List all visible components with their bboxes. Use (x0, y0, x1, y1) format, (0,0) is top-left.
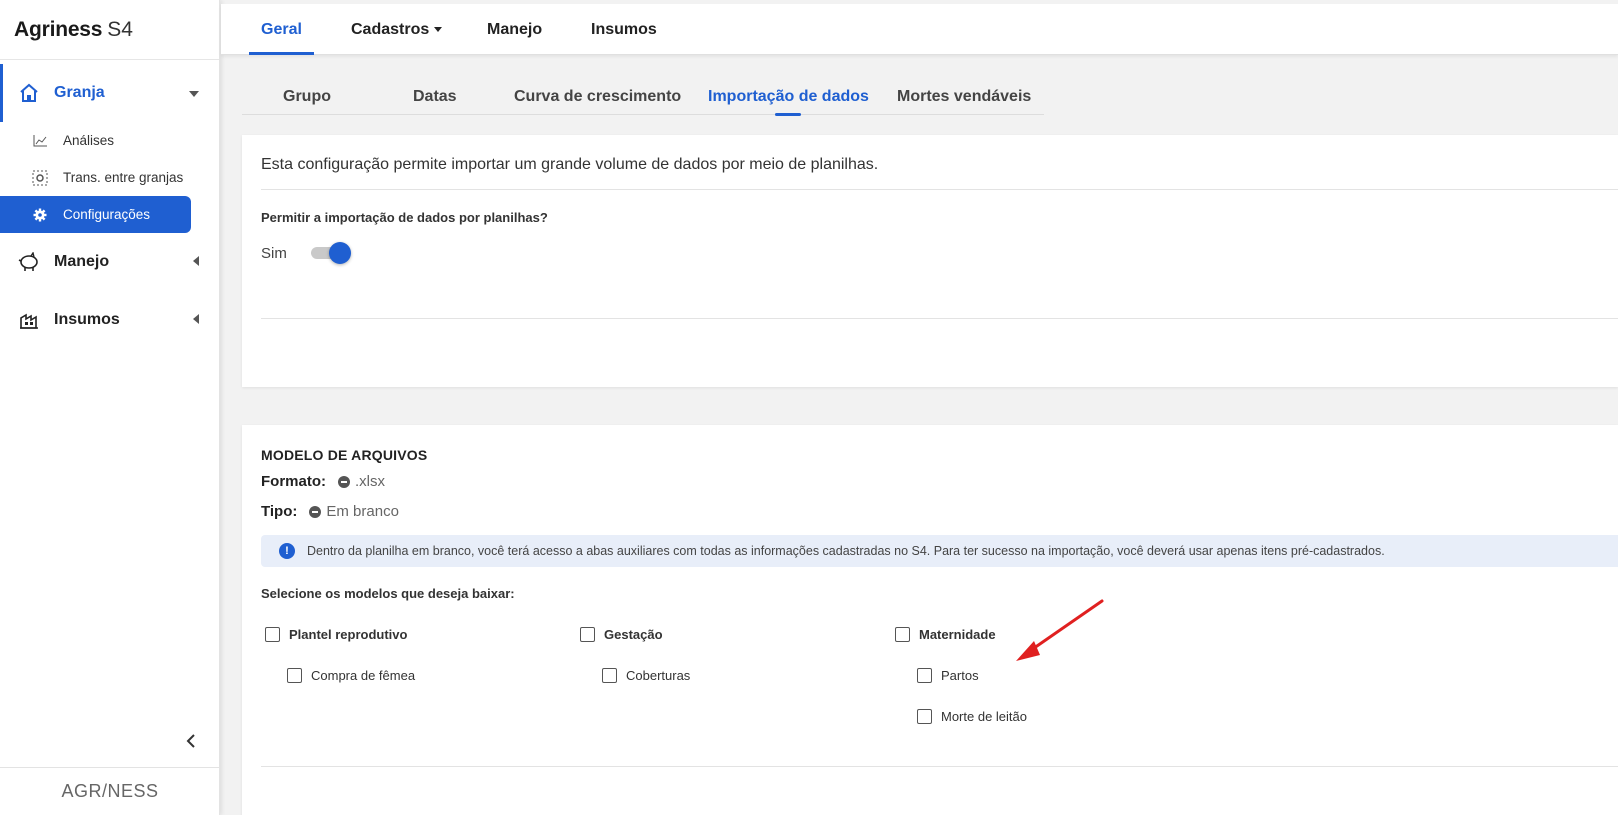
type-label: Tipo: (261, 503, 298, 520)
checkbox-label: Plantel reprodutivo (289, 627, 408, 642)
checkbox-box (265, 627, 280, 642)
footer-logo-text: AGR/NESS (61, 781, 159, 801)
tab-label: Insumos (591, 20, 657, 38)
checkbox-plantel-reprodutivo[interactable]: Plantel reprodutivo (265, 627, 407, 642)
divider (261, 189, 1618, 190)
subtab-label: Mortes vendáveis (897, 87, 1032, 105)
sidebar-item-configuracoes[interactable]: Configurações (0, 196, 191, 233)
tab-label: Cadastros (351, 20, 430, 38)
chevron-left-icon (186, 734, 195, 748)
checkbox-label: Partos (941, 668, 979, 683)
info-icon: ! (279, 543, 295, 559)
subtab-importacao-de-dados[interactable]: Importação de dados (708, 78, 869, 115)
checkbox-label: Coberturas (626, 668, 691, 683)
divider (261, 318, 1618, 319)
tab-cadastros[interactable]: Cadastros (351, 4, 443, 55)
caret-left-icon (193, 311, 199, 329)
import-description: Esta configuração permite importar um gr… (261, 156, 879, 173)
tab-label: Manejo (487, 20, 543, 38)
toggle-value-label: Sim (261, 244, 287, 262)
nav-group-label: Insumos (54, 311, 120, 328)
factory-icon (18, 309, 40, 331)
sidebar-item-label: Trans. entre granjas (63, 170, 184, 185)
checkbox-box (917, 709, 932, 724)
format-label: Formato: (261, 473, 326, 490)
checkbox-box (895, 627, 910, 642)
nav-group-insumos[interactable]: Insumos (0, 291, 219, 349)
top-navigation: Geral Cadastros Manejo Insumos (221, 4, 1618, 55)
home-icon (18, 82, 40, 104)
nav-group-label: Manejo (54, 253, 110, 270)
subtab-label: Curva de crescimento (514, 87, 682, 105)
subtab-datas[interactable]: Datas (413, 78, 457, 115)
checkbox-label: Gestação (604, 627, 663, 642)
checkbox-compra-de-femea[interactable]: Compra de fêmea (287, 668, 415, 683)
checkbox-box (602, 668, 617, 683)
subtab-label: Importação de dados (708, 87, 869, 105)
minus-circle-icon (338, 475, 350, 488)
section-title: MODELO DE ARQUIVOS (261, 447, 428, 463)
nav-group-granja[interactable]: Granja (0, 64, 219, 122)
footer-logo: AGR/NESS (0, 767, 220, 815)
checkbox-gestacao[interactable]: Gestação (580, 627, 663, 642)
sidebar-item-trans-entre-granjas[interactable]: Trans. entre granjas (0, 159, 191, 196)
subtab-grupo[interactable]: Grupo (283, 78, 331, 115)
transfer-scan-icon (32, 170, 48, 186)
checkbox-label: Maternidade (919, 627, 996, 642)
sidebar-item-label: Configurações (63, 207, 151, 222)
info-banner: ! Dentro da planilha em branco, você ter… (261, 535, 1618, 567)
nav-group-label: Granja (54, 84, 105, 101)
checkbox-maternidade[interactable]: Maternidade (895, 627, 996, 642)
app-brand[interactable]: Agriness S4 (0, 0, 219, 60)
format-row: Formato: .xlsx (261, 473, 385, 490)
brand-name: Agriness (14, 17, 103, 41)
checkbox-box (287, 668, 302, 683)
tab-label: Geral (261, 20, 302, 38)
gear-icon (32, 207, 48, 223)
settings-subtabs: Grupo Datas Curva de crescimento Importa… (242, 78, 1044, 115)
tab-geral[interactable]: Geral (249, 4, 314, 55)
checkbox-box (917, 668, 932, 683)
import-settings-card: Esta configuração permite importar um gr… (242, 135, 1618, 387)
brand-version: S4 (107, 17, 133, 41)
import-question-label: Permitir a importação de dados por plani… (261, 210, 548, 225)
subtab-curva-de-crescimento[interactable]: Curva de crescimento (514, 78, 681, 115)
sidebar-item-label: Análises (63, 133, 115, 148)
toggle-knob (329, 242, 351, 264)
checkbox-partos[interactable]: Partos (917, 668, 979, 683)
chart-line-icon (32, 133, 48, 149)
info-text: Dentro da planilha em branco, você terá … (307, 544, 1385, 558)
tab-insumos[interactable]: Insumos (591, 4, 657, 55)
collapse-sidebar-button[interactable] (182, 732, 200, 750)
file-models-card: MODELO DE ARQUIVOS Formato: .xlsx Tipo: … (242, 425, 1618, 815)
import-toggle-row: Sim (261, 241, 351, 265)
import-toggle-switch[interactable] (311, 241, 351, 265)
sidebar: Agriness S4 Granja Análises Trans. entre… (0, 0, 220, 815)
minus-circle-icon (309, 505, 322, 518)
divider (261, 766, 1618, 767)
caret-down-icon (189, 84, 199, 102)
caret-down-icon (434, 27, 443, 32)
checkbox-box (580, 627, 595, 642)
subtab-label: Grupo (283, 87, 331, 105)
tab-manejo[interactable]: Manejo (487, 4, 542, 55)
caret-left-icon (193, 253, 199, 271)
nav-group-manejo[interactable]: Manejo (0, 233, 219, 291)
checkbox-label: Morte de leitão (941, 709, 1027, 724)
type-value: Em branco (326, 503, 399, 520)
checkbox-coberturas[interactable]: Coberturas (602, 668, 690, 683)
checkbox-morte-de-leitao[interactable]: Morte de leitão (917, 709, 1027, 724)
select-models-label: Selecione os modelos que deseja baixar: (261, 586, 515, 601)
pig-icon (18, 251, 40, 273)
format-value: .xlsx (355, 473, 385, 490)
subtab-label: Datas (413, 87, 457, 105)
subtab-mortes-vendaveis[interactable]: Mortes vendáveis (897, 78, 1031, 115)
type-row: Tipo: Em branco (261, 503, 399, 520)
checkbox-label: Compra de fêmea (311, 668, 416, 683)
sidebar-item-analises[interactable]: Análises (0, 122, 191, 159)
